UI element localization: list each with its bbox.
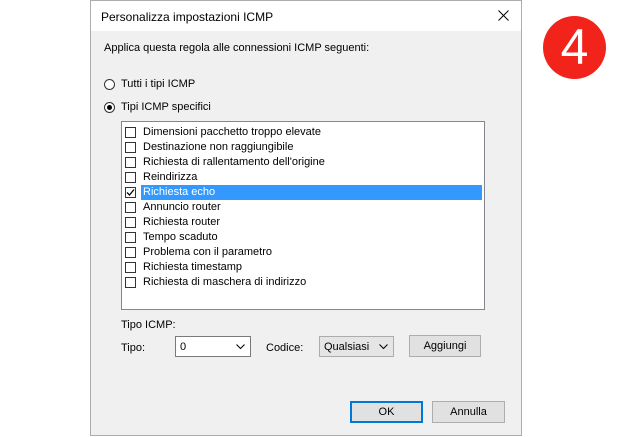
checkbox[interactable]	[125, 277, 136, 288]
list-item-label: Annuncio router	[143, 201, 221, 213]
checkbox[interactable]	[125, 142, 136, 153]
checkbox[interactable]	[125, 202, 136, 213]
list-item-label: Destinazione non raggiungibile	[143, 141, 294, 153]
icmp-settings-dialog: Personalizza impostazioni ICMP Applica q…	[90, 0, 522, 436]
radio-all-types[interactable]: Tutti i tipi ICMP	[104, 78, 195, 90]
radio-all-label: Tutti i tipi ICMP	[121, 78, 196, 90]
checkbox[interactable]	[125, 217, 136, 228]
add-button[interactable]: Aggiungi	[409, 335, 481, 357]
code-label: Codice:	[266, 342, 304, 354]
list-item-label: Reindirizza	[143, 171, 198, 183]
cancel-button[interactable]: Annulla	[432, 401, 505, 423]
icmp-type-section-label: Tipo ICMP:	[121, 319, 176, 331]
list-item-label: Problema con il parametro	[143, 246, 273, 258]
list-item[interactable]: Destinazione non raggiungibile	[124, 140, 482, 155]
checkbox[interactable]	[125, 127, 136, 138]
list-item[interactable]: Annuncio router	[124, 200, 482, 215]
list-item-label: Dimensioni pacchetto troppo elevate	[143, 126, 321, 138]
list-item-label: Richiesta timestamp	[143, 261, 243, 273]
list-item[interactable]: Problema con il parametro	[124, 245, 482, 260]
type-value: 0	[180, 341, 187, 353]
chevron-down-icon	[236, 344, 245, 350]
list-item-label: Richiesta echo	[141, 185, 482, 200]
ok-button[interactable]: OK	[350, 401, 423, 423]
list-item[interactable]: Richiesta timestamp	[124, 260, 482, 275]
radio-all-button[interactable]	[104, 78, 115, 90]
code-select[interactable]: Qualsiasi	[319, 336, 394, 357]
list-item-label: Richiesta router	[143, 216, 221, 228]
code-value: Qualsiasi	[324, 341, 370, 353]
list-item[interactable]: Richiesta di maschera di indirizzo	[124, 275, 482, 290]
intro-text: Applica questa regola alle connessioni I…	[104, 42, 370, 54]
list-item-label: Richiesta di maschera di indirizzo	[143, 276, 307, 288]
close-button[interactable]	[487, 1, 521, 31]
list-item-selected[interactable]: Richiesta echo	[124, 185, 482, 200]
list-item-label: Tempo scaduto	[143, 231, 218, 243]
type-label: Tipo:	[121, 342, 146, 354]
list-item[interactable]: Reindirizza	[124, 170, 482, 185]
checkbox[interactable]	[125, 247, 136, 258]
checkbox[interactable]	[125, 157, 136, 168]
title-bar: Personalizza impostazioni ICMP	[91, 1, 521, 31]
checkbox[interactable]	[125, 262, 136, 273]
step-number-badge: 4	[543, 16, 606, 79]
chevron-down-icon	[379, 344, 388, 350]
checkbox-checked[interactable]	[125, 187, 136, 198]
radio-specific-button[interactable]	[104, 101, 115, 113]
icmp-types-list[interactable]: Dimensioni pacchetto troppo elevate Dest…	[121, 121, 485, 310]
list-item[interactable]: Dimensioni pacchetto troppo elevate	[124, 125, 482, 140]
list-item[interactable]: Richiesta di rallentamento dell'origine	[124, 155, 482, 170]
checkbox[interactable]	[125, 172, 136, 183]
checkbox[interactable]	[125, 232, 136, 243]
list-item-label: Richiesta di rallentamento dell'origine	[143, 156, 325, 168]
type-select[interactable]: 0	[175, 336, 251, 357]
dialog-title: Personalizza impostazioni ICMP	[101, 10, 274, 24]
list-item[interactable]: Tempo scaduto	[124, 230, 482, 245]
radio-specific-label: Tipi ICMP specifici	[121, 101, 211, 113]
list-item[interactable]: Richiesta router	[124, 215, 482, 230]
close-icon	[498, 10, 509, 21]
check-icon	[126, 189, 135, 196]
radio-specific-types[interactable]: Tipi ICMP specifici	[104, 101, 211, 113]
